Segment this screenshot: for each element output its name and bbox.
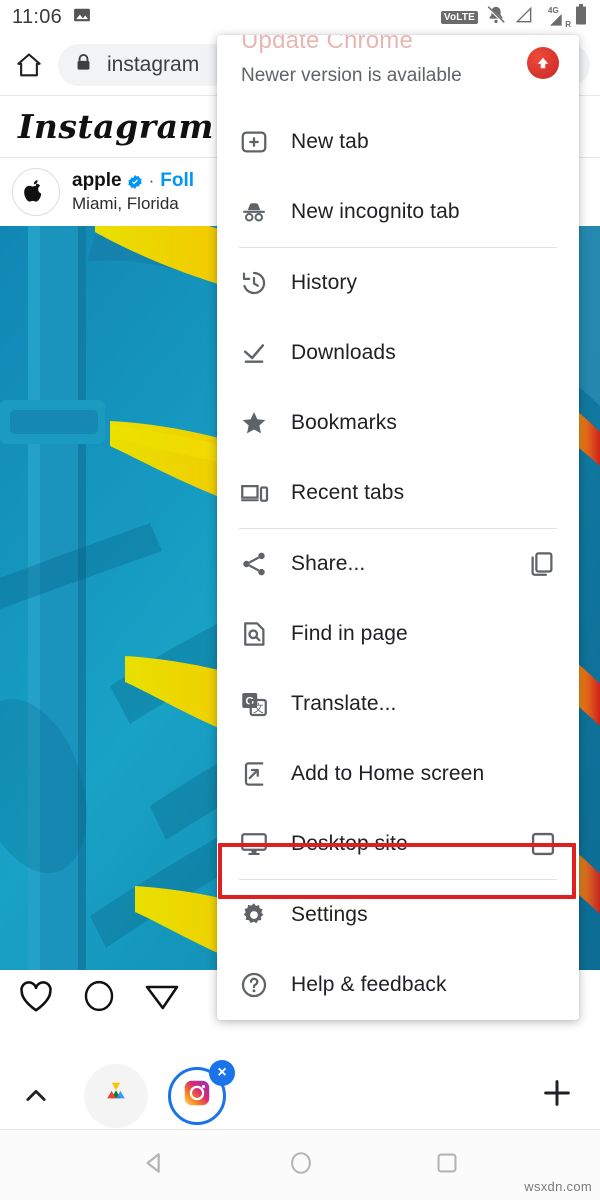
instagram-logo: Instagram [18,107,214,146]
avatar[interactable] [12,168,60,216]
menu-item-history[interactable]: History [217,248,579,318]
battery-icon [574,3,588,31]
triangle-back-icon[interactable] [140,1149,168,1182]
instagram-username[interactable]: apple [72,169,122,193]
signal-roaming-icon: 4G R [541,6,571,29]
menu-label-bookmarks: Bookmarks [291,411,397,434]
menu-item-desktop-site[interactable]: Desktop site [217,809,579,879]
update-chrome-subtitle: Newer version is available [241,65,462,86]
desktop-site-checkbox[interactable] [529,830,557,858]
menu-item-add-to-home[interactable]: Add to Home screen [217,739,579,809]
image-icon [72,5,92,30]
menu-label-settings: Settings [291,903,368,926]
lock-icon [74,53,93,77]
translate-icon: G 文 [239,689,281,719]
menu-item-recent-tabs[interactable]: Recent tabs [217,458,579,528]
menu-label-share: Share... [291,552,366,575]
url-text: instagram [107,52,200,76]
notifications-muted-icon [485,4,507,31]
menu-label-find-in-page: Find in page [291,622,408,645]
android-navigation-bar [0,1131,600,1200]
app-dock: × [0,1059,600,1130]
share-paperplane-icon[interactable] [144,979,180,1018]
square-recents-icon[interactable] [434,1150,460,1181]
help-circle-icon [239,970,281,1000]
downloads-icon [239,338,281,368]
menu-label-recent-tabs: Recent tabs [291,481,405,504]
chrome-overflow-menu: Update Chrome Newer version is available… [217,35,579,1020]
comment-icon[interactable] [82,979,116,1018]
menu-item-translate[interactable]: G 文 Translate... [217,669,579,739]
menu-label-new-incognito-tab: New incognito tab [291,200,460,223]
instagram-name-line: apple · Foll [72,169,194,193]
svg-text:文: 文 [253,702,264,715]
menu-item-bookmarks[interactable]: Bookmarks [217,388,579,458]
gear-icon [239,900,281,930]
status-right-icons: VoLTE 4G R [440,3,588,31]
watermark: wsxdn.com [524,1179,592,1194]
menu-item-settings[interactable]: Settings [217,880,579,950]
menu-label-history: History [291,271,358,294]
status-left-icons [72,5,92,30]
menu-item-new-tab[interactable]: New tab [217,107,579,177]
volte-icon: VoLTE [440,10,478,24]
find-in-page-icon [239,619,281,649]
instagram-icon [182,1078,212,1113]
phone-screen: 11:06 VoLTE 4G R instagram Instagram app… [0,0,600,1200]
add-to-home-icon [239,759,281,789]
menu-label-downloads: Downloads [291,341,396,364]
new-tab-icon [239,127,281,157]
dock-app-instagram[interactable]: × [168,1059,235,1125]
chevron-up-icon[interactable] [0,1082,72,1110]
update-chrome-item[interactable]: Update Chrome Newer version is available [217,35,579,107]
close-tab-icon[interactable]: × [209,1059,235,1086]
update-arrow-icon [527,47,559,79]
verified-badge-icon [127,173,143,189]
separator-dot: · [148,171,155,191]
incognito-icon [239,197,281,227]
desktop-icon [239,829,281,859]
menu-item-find-in-page[interactable]: Find in page [217,599,579,669]
circle-home-icon[interactable] [288,1150,314,1181]
menu-label-desktop-site: Desktop site [291,832,408,855]
menu-label-add-to-home: Add to Home screen [291,762,485,785]
menu-item-help-feedback[interactable]: Help & feedback [217,950,579,1020]
home-button[interactable] [0,50,58,80]
menu-item-share[interactable]: Share... [217,529,579,599]
menu-label-translate: Translate... [291,692,397,715]
signal-icon [514,5,534,30]
follow-button[interactable]: Foll [160,169,194,193]
menu-item-downloads[interactable]: Downloads [217,318,579,388]
menu-label-new-tab: New tab [291,130,369,153]
roaming-label: R [565,20,571,29]
instagram-user-info: apple · Foll Miami, Florida [72,169,194,215]
like-heart-icon[interactable] [18,979,54,1018]
copy-icon[interactable] [527,549,557,579]
recent-tabs-icon [239,478,281,508]
history-icon [239,268,281,298]
status-bar: 11:06 VoLTE 4G R [0,0,600,34]
google-drive-icon [103,1081,129,1110]
share-icon [239,549,281,579]
instagram-location[interactable]: Miami, Florida [72,194,179,213]
new-tab-plus-icon[interactable] [540,1076,574,1115]
update-chrome-title: Update Chrome [241,35,414,54]
menu-item-new-incognito-tab[interactable]: New incognito tab [217,177,579,247]
bookmark-star-icon [239,408,281,438]
menu-label-help-feedback: Help & feedback [291,973,447,996]
status-time: 11:06 [12,5,63,28]
dock-app-drive[interactable] [84,1063,148,1128]
